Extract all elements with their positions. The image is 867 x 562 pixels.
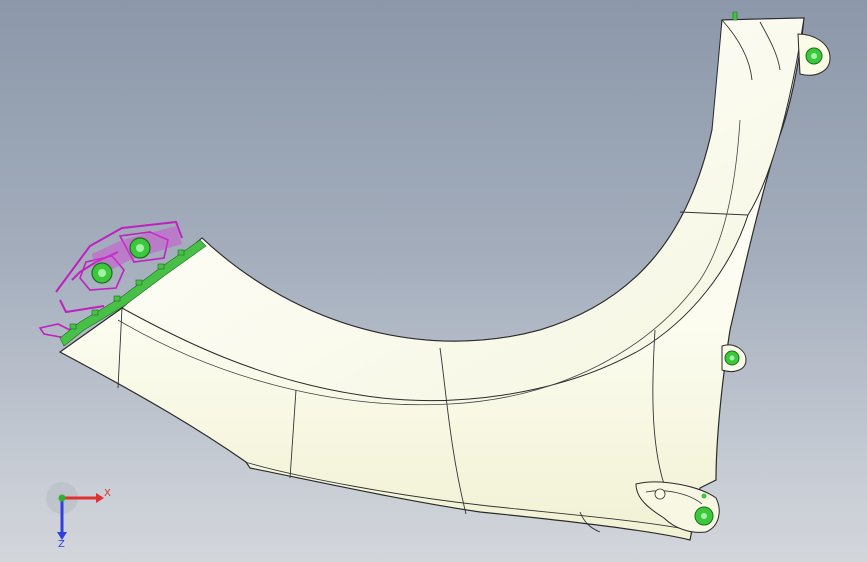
pin-lug-top	[797, 33, 831, 76]
pin-lug-middle	[721, 344, 747, 373]
cad-viewport[interactable]: X Z	[0, 0, 867, 562]
top-tip-marker	[732, 11, 738, 21]
curved-boom-model[interactable]	[0, 0, 867, 562]
x-axis-label: X	[104, 488, 111, 499]
y-axis-dot	[58, 494, 66, 502]
axis-triad: X Z	[46, 482, 111, 548]
z-axis-label: Z	[58, 539, 65, 548]
